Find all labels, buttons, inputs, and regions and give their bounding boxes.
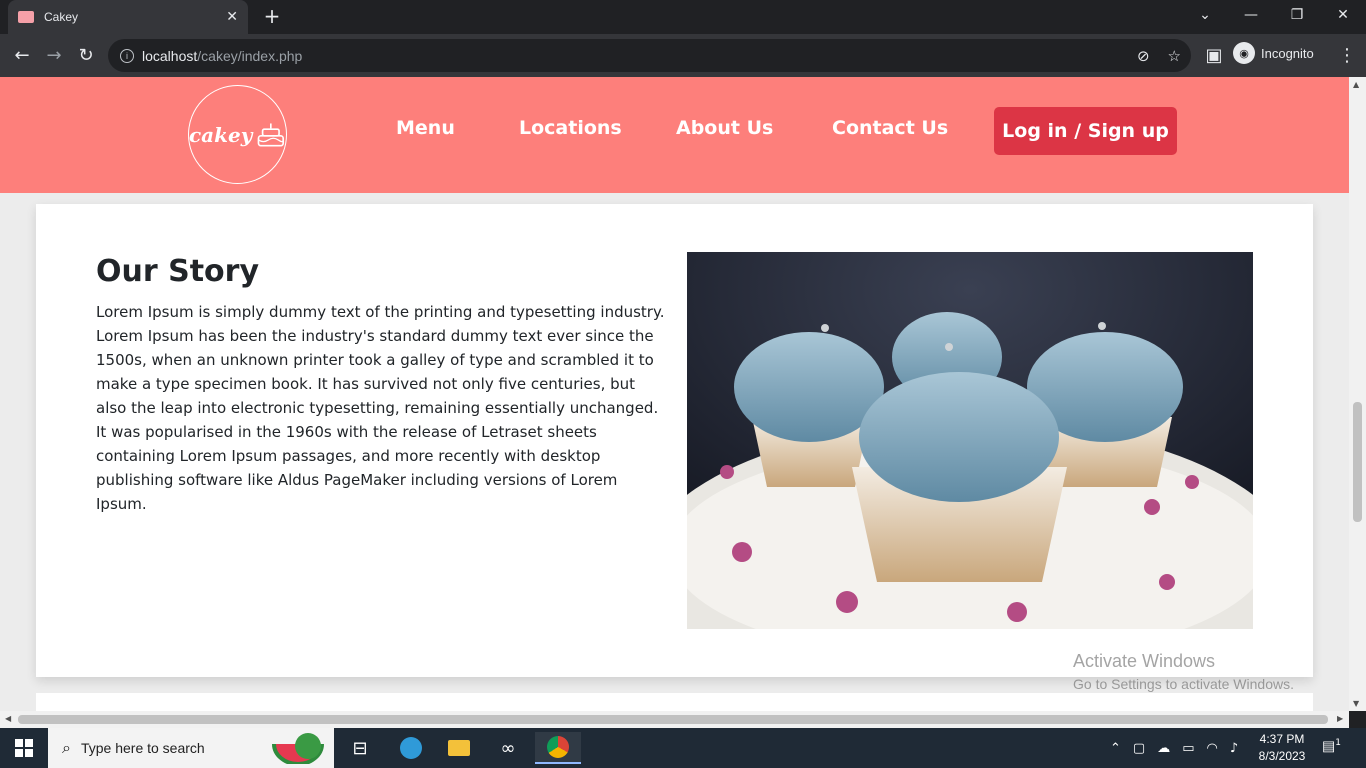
close-window-button[interactable]: ✕ xyxy=(1320,0,1366,30)
site-favicon-icon xyxy=(18,11,34,23)
eye-slash-icon[interactable]: ⊘ xyxy=(1137,47,1150,65)
reload-button[interactable]: ↻ xyxy=(72,41,100,69)
search-icon: ⌕ xyxy=(62,738,71,757)
url-host: localhost xyxy=(142,47,198,64)
browser-tab-bar: Cakey ✕ + ⌄ — ❐ ✕ xyxy=(0,0,1366,34)
nav-about-us-link[interactable]: About Us xyxy=(676,117,773,139)
scroll-left-icon[interactable]: ◀ xyxy=(5,714,11,723)
watermelon-icon xyxy=(272,733,324,764)
next-section xyxy=(36,693,1313,711)
taskbar-clock[interactable]: 4:37 PM 8/3/2023 xyxy=(1252,731,1312,765)
activate-windows-watermark: Activate Windows Go to Settings to activ… xyxy=(1073,651,1294,692)
show-hidden-icons-icon[interactable]: ⌃ xyxy=(1110,741,1121,756)
birthday-cake-icon xyxy=(257,122,285,147)
volume-icon[interactable]: ♪ xyxy=(1230,741,1238,756)
file-explorer-icon[interactable] xyxy=(439,732,479,764)
address-bar[interactable]: i localhost /cakey/index.php ⊘ ☆ xyxy=(108,39,1191,72)
cupcakes-illustration xyxy=(687,252,1253,629)
nav-contact-us-link[interactable]: Contact Us xyxy=(832,117,948,139)
story-paragraph: Lorem Ipsum is simply dummy text of the … xyxy=(96,303,665,513)
wifi-icon[interactable]: ◠ xyxy=(1207,741,1218,756)
clock-date: 8/3/2023 xyxy=(1258,749,1306,763)
watermark-title: Activate Windows xyxy=(1073,651,1216,671)
system-tray: ⌃ ▢ ☁ ▭ ◠ ♪ xyxy=(1110,728,1238,768)
site-header: cakey Menu Locations About Us Contact Us… xyxy=(0,77,1349,193)
scroll-down-icon[interactable]: ▼ xyxy=(1353,699,1359,708)
site-logo[interactable]: cakey xyxy=(188,85,287,184)
browser-menu-icon[interactable]: ⋮ xyxy=(1333,41,1361,69)
site-info-icon[interactable]: i xyxy=(120,48,134,63)
new-tab-button[interactable]: + xyxy=(260,4,284,28)
battery-icon[interactable]: ▭ xyxy=(1182,741,1194,756)
nav-menu-link[interactable]: Menu xyxy=(396,117,455,139)
edge-browser-icon[interactable] xyxy=(391,732,431,764)
restore-button[interactable]: ❐ xyxy=(1274,0,1320,30)
bookmark-star-icon[interactable]: ☆ xyxy=(1168,47,1181,65)
tab-close-icon[interactable]: ✕ xyxy=(226,9,238,25)
side-panel-icon[interactable]: ▣ xyxy=(1200,41,1228,69)
browser-toolbar: ← → ↻ i localhost /cakey/index.php ⊘ ☆ ▣… xyxy=(0,34,1366,77)
taskbar-search-box[interactable]: ⌕ Type here to search xyxy=(48,728,334,768)
browser-tab[interactable]: Cakey ✕ xyxy=(8,0,248,34)
forward-button[interactable]: → xyxy=(40,41,68,69)
chrome-browser-icon[interactable] xyxy=(535,732,581,764)
incognito-label: Incognito xyxy=(1261,45,1314,61)
login-signup-button[interactable]: Log in / Sign up xyxy=(994,107,1177,155)
our-story-section: Our Story Lorem Ipsum is simply dummy te… xyxy=(36,204,1313,677)
scroll-up-icon[interactable]: ▲ xyxy=(1353,80,1359,89)
vertical-scroll-thumb[interactable] xyxy=(1353,402,1362,522)
onedrive-cloud-icon[interactable]: ☁ xyxy=(1157,741,1170,756)
minimize-button[interactable]: — xyxy=(1228,0,1274,30)
windows-taskbar: ⌕ Type here to search ⊟ ∞ ⌃ ▢ ☁ ▭ ◠ ♪ 4:… xyxy=(0,728,1366,768)
cupcakes-image xyxy=(687,252,1253,629)
horizontal-scrollbar[interactable]: ◀ ▶ xyxy=(0,711,1349,728)
scroll-right-icon[interactable]: ▶ xyxy=(1337,714,1343,723)
notification-center-icon[interactable]: ▤1 xyxy=(1322,738,1342,758)
windows-logo-icon xyxy=(15,739,33,757)
notification-count: 1 xyxy=(1335,738,1341,748)
search-placeholder: Type here to search xyxy=(80,740,205,756)
tab-title: Cakey xyxy=(44,10,79,24)
infinity-app-icon[interactable]: ∞ xyxy=(488,732,528,764)
nav-locations-link[interactable]: Locations xyxy=(519,117,622,139)
logo-wordmark: cakey xyxy=(189,122,253,147)
clock-time: 4:37 PM xyxy=(1259,732,1305,746)
vertical-scrollbar[interactable]: ▲ ▼ xyxy=(1349,77,1366,711)
watermark-subtitle: Go to Settings to activate Windows. xyxy=(1073,676,1294,692)
tab-search-chevron-icon[interactable]: ⌄ xyxy=(1182,0,1228,30)
back-button[interactable]: ← xyxy=(8,41,36,69)
incognito-badge[interactable]: ◉ Incognito xyxy=(1233,42,1314,64)
start-button[interactable] xyxy=(0,728,48,768)
page-viewport: cakey Menu Locations About Us Contact Us… xyxy=(0,77,1349,711)
url-path: /cakey/index.php xyxy=(197,47,303,64)
task-view-icon[interactable]: ⊟ xyxy=(340,732,380,764)
incognito-icon: ◉ xyxy=(1233,42,1255,64)
horizontal-scroll-thumb[interactable] xyxy=(18,715,1328,724)
story-title: Our Story xyxy=(96,254,260,289)
meet-now-icon[interactable]: ▢ xyxy=(1133,741,1145,756)
